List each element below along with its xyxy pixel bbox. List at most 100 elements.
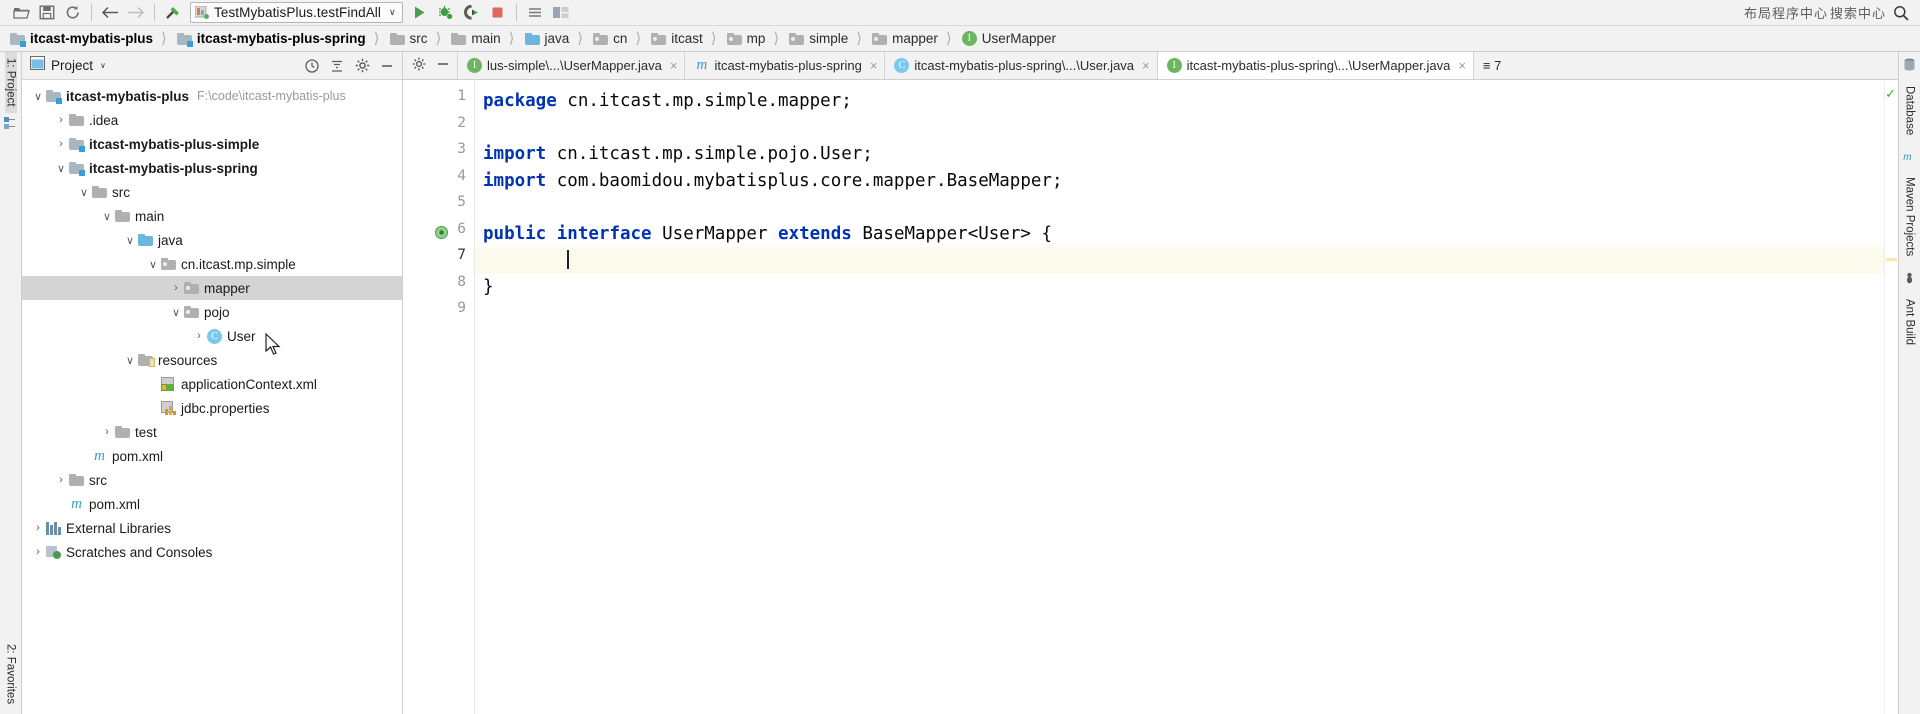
chevron-down-icon[interactable]: ∨ — [389, 7, 398, 18]
implemented-marker-icon[interactable] — [434, 225, 449, 244]
tree-node-applicationcontext-xml[interactable]: › applicationContext.xml — [22, 372, 402, 396]
code-line-9[interactable] — [475, 300, 1898, 327]
line-number-7[interactable]: 7 — [403, 247, 474, 274]
chevron-right-icon[interactable]: › — [30, 522, 46, 534]
line-number-8[interactable]: 8 — [403, 274, 474, 301]
chevron-right-icon[interactable]: › — [53, 474, 69, 486]
settings-gear-icon[interactable] — [351, 55, 373, 77]
inspection-ok-icon[interactable]: ✓ — [1885, 86, 1896, 102]
gear-icon[interactable] — [412, 57, 426, 74]
hide-editor-icon[interactable] — [436, 57, 450, 74]
line-number-1[interactable]: 1 — [403, 88, 474, 115]
tree-node-external-libraries[interactable]: › External Libraries — [22, 516, 402, 540]
more-icon[interactable] — [522, 2, 548, 24]
chevron-down-icon[interactable]: ∨ — [99, 210, 115, 223]
save-all-icon[interactable] — [34, 2, 60, 24]
sidebar-item-database[interactable]: Database — [1904, 86, 1916, 135]
chevron-right-icon[interactable]: › — [53, 138, 69, 150]
tree-node-test[interactable]: › test — [22, 420, 402, 444]
forward-arrow-icon[interactable] — [123, 2, 149, 24]
build-hammer-icon[interactable] — [160, 2, 186, 24]
chevron-right-icon[interactable]: › — [168, 282, 184, 294]
breadcrumb-item-5[interactable]: cn ⟩ — [589, 26, 647, 51]
back-arrow-icon[interactable] — [97, 2, 123, 24]
editor-tab-2[interactable]: Citcast-mybatis-plus-spring\...\User.jav… — [885, 52, 1158, 79]
tree-node-pom-xml[interactable]: ›m pom.xml — [22, 444, 402, 468]
line-number-gutter[interactable]: 123456789 — [403, 80, 475, 714]
breadcrumb-item-2[interactable]: src ⟩ — [386, 26, 448, 51]
close-icon[interactable]: × — [670, 58, 678, 73]
code-area[interactable]: 123456789 package cn.itcast.mp.simple.ma… — [403, 80, 1898, 714]
chevron-right-icon[interactable]: › — [145, 402, 161, 414]
fold-marker-icon[interactable]: ─ — [475, 168, 479, 186]
breadcrumb-item-0[interactable]: itcast-mybatis-plus ⟩ — [6, 26, 173, 51]
chevron-right-icon[interactable]: › — [76, 450, 92, 462]
code-line-3[interactable]: ─import cn.itcast.mp.simple.pojo.User; — [475, 141, 1898, 168]
chevron-right-icon[interactable]: › — [191, 330, 207, 342]
line-number-2[interactable]: 2 — [403, 115, 474, 142]
code-line-6[interactable]: public interface UserMapper extends Base… — [475, 221, 1898, 248]
tree-node-jdbc-properties[interactable]: › jdbc.properties — [22, 396, 402, 420]
debug-icon[interactable] — [433, 2, 459, 24]
right-marker-gutter[interactable]: ✓ — [1884, 80, 1898, 714]
breadcrumb-item-9[interactable]: mapper ⟩ — [868, 26, 958, 51]
line-number-4[interactable]: 4 — [403, 168, 474, 195]
sidebar-item-favorites[interactable]: 2: Favorites — [5, 638, 17, 710]
line-number-3[interactable]: 3 — [403, 141, 474, 168]
project-tree[interactable]: ∨ itcast-mybatis-plus F:\code\itcast-mybat… — [22, 80, 402, 714]
open-folder-icon[interactable] — [8, 2, 34, 24]
breadcrumb-item-3[interactable]: main ⟩ — [447, 26, 520, 51]
editor-tabs-settings[interactable] — [403, 52, 458, 79]
collapse-all-icon[interactable] — [326, 55, 348, 77]
tree-node-pom-xml[interactable]: ›m pom.xml — [22, 492, 402, 516]
fold-marker-icon[interactable] — [475, 221, 479, 231]
tree-node-itcast-mybatis-plus-spring[interactable]: ∨ itcast-mybatis-plus-spring — [22, 156, 402, 180]
tree-node-resources[interactable]: ∨ resources — [22, 348, 402, 372]
tree-node-user[interactable]: › C User — [22, 324, 402, 348]
run-with-coverage-icon[interactable] — [459, 2, 485, 24]
structure-icon[interactable] — [4, 116, 17, 135]
editor-tab-bar[interactable]: Ilus-simple\...\UserMapper.java × m itcast-… — [403, 52, 1898, 80]
chevron-down-icon[interactable]: ∨ — [53, 162, 69, 175]
chevron-right-icon[interactable]: › — [30, 546, 46, 558]
line-number-5[interactable]: 5 — [403, 194, 474, 221]
code-content[interactable]: package cn.itcast.mp.simple.mapper; ─impo… — [475, 80, 1898, 714]
chevron-down-icon[interactable]: ∨ — [76, 186, 92, 199]
editor-tabs-overflow[interactable]: ≡ 7 — [1474, 52, 1508, 79]
code-line-7[interactable] — [475, 247, 1898, 274]
editor-tab-1[interactable]: m itcast-mybatis-plus-spring × — [685, 52, 886, 79]
hide-panel-icon[interactable] — [376, 55, 398, 77]
sync-icon[interactable] — [60, 2, 86, 24]
breadcrumb-item-7[interactable]: mp ⟩ — [723, 26, 786, 51]
stop-icon[interactable] — [485, 2, 511, 24]
tree-node-scratches-and-consoles[interactable]: › Scratches and Consoles — [22, 540, 402, 564]
search-icon[interactable] — [1888, 2, 1914, 24]
sidebar-item-ant-build[interactable]: Ant Build — [1904, 299, 1916, 345]
line-number-9[interactable]: 9 — [403, 300, 474, 327]
sidebar-item-maven-projects[interactable]: Maven Projects — [1904, 177, 1916, 256]
chevron-right-icon[interactable]: › — [53, 114, 69, 126]
code-line-4[interactable]: ─import com.baomidou.mybatisplus.core.ma… — [475, 168, 1898, 195]
chevron-down-icon[interactable]: ∨ — [122, 354, 138, 367]
breadcrumb-item-10[interactable]: I UserMapper — [958, 26, 1062, 51]
editor-tab-3[interactable]: Iitcast-mybatis-plus-spring\...\UserMapp… — [1157, 52, 1474, 79]
sidebar-item-project[interactable]: 1: Project — [4, 52, 17, 113]
fold-marker-icon[interactable]: ─ — [475, 141, 479, 159]
close-icon[interactable]: × — [1142, 58, 1150, 73]
tree-node-itcast-mybatis-plus[interactable]: ∨ itcast-mybatis-plus F:\code\itcast-mybat… — [22, 84, 402, 108]
tree-node-itcast-mybatis-plus-simple[interactable]: › itcast-mybatis-plus-simple — [22, 132, 402, 156]
chevron-right-icon[interactable]: › — [99, 426, 115, 438]
chevron-right-icon[interactable]: › — [53, 498, 69, 510]
code-line-5[interactable] — [475, 194, 1898, 221]
code-line-8[interactable]: } — [475, 274, 1898, 301]
breadcrumb-item-4[interactable]: java ⟩ — [521, 26, 590, 51]
chevron-down-icon[interactable]: ∨ — [30, 90, 46, 103]
breadcrumb-item-8[interactable]: simple ⟩ — [785, 26, 868, 51]
line-number-6[interactable]: 6 — [403, 221, 474, 248]
editor-tab-0[interactable]: Ilus-simple\...\UserMapper.java × — [458, 52, 686, 79]
tree-node-src[interactable]: › src — [22, 468, 402, 492]
tree-node-main[interactable]: ∨ main — [22, 204, 402, 228]
chevron-down-icon[interactable]: ∨ — [145, 258, 161, 271]
tree-node-mapper[interactable]: › mapper — [22, 276, 402, 300]
layout-icon[interactable] — [548, 2, 574, 24]
